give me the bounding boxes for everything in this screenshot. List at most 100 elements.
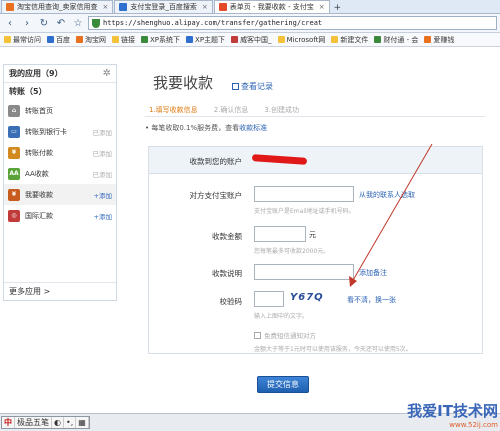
undo-icon[interactable]: ↶: [54, 16, 68, 30]
bookmark-icon: [186, 36, 194, 43]
sidebar-item-status: 已添加: [92, 170, 113, 179]
sms-option[interactable]: 免费短信通知对方: [254, 330, 316, 340]
ime-moon-icon[interactable]: ◐: [52, 417, 64, 428]
more-apps-link[interactable]: 更多应用 >: [4, 282, 116, 300]
sidebar-item-aa-collect[interactable]: AA AA收款 已添加: [4, 163, 116, 184]
bookmark-icon: [374, 36, 382, 43]
sidebar-item-label: 国际汇款: [25, 211, 53, 220]
bookmark-item[interactable]: 最常访问: [4, 35, 41, 45]
captcha-input[interactable]: [254, 291, 284, 307]
bookmark-icon: [424, 36, 432, 43]
bookmarks-bar: 最常访问 百度 淘宝网 链接 XP系统下 XP主题下 威客中国_ Microso…: [0, 33, 500, 47]
annotation-arrow-icon: [349, 143, 433, 287]
browser-tab-3[interactable]: 表单页 - 我要收款 - 支付宝 ×: [213, 0, 330, 13]
step-confirm: 2.确认信息: [213, 106, 249, 114]
page-content: 我的应用（9） ✲ 转账（5） ⌂ 转账首页 ▭ 转账到银行卡 已添加 ¥ 转账…: [0, 47, 500, 413]
forward-arrow-icon[interactable]: ›: [20, 16, 34, 30]
tab-title: 表单页 - 我要收款 - 支付宝: [229, 3, 314, 11]
bookmark-icon: [76, 36, 83, 43]
address-bar[interactable]: https://shenghuo.alipay.com/transfer/gat…: [88, 16, 497, 30]
sidebar-item-transfer-home[interactable]: ⌂ 转账首页: [4, 100, 116, 121]
bookmark-icon: [277, 36, 285, 43]
tab-title: 淘宝信用查询_卖家信用查: [17, 3, 98, 11]
history-link[interactable]: 查看记录: [232, 81, 273, 92]
bookmark-item[interactable]: XP系统下: [141, 35, 180, 45]
watermark-url: www.52ij.com: [449, 421, 498, 429]
refresh-icon[interactable]: ↻: [37, 16, 51, 30]
sidebar-title: 我的应用（9）: [9, 69, 63, 78]
bookmark-item[interactable]: Microsoft网: [277, 35, 325, 45]
bookmark-icon: [47, 36, 54, 43]
address-url: https://shenghuo.alipay.com/transfer/gat…: [103, 19, 323, 27]
browser-tab-1[interactable]: 淘宝信用查询_卖家信用查 ×: [1, 0, 114, 13]
sms-checkbox[interactable]: [254, 331, 261, 339]
bookmark-item[interactable]: 新建文件: [331, 35, 368, 45]
sidebar-section-transfer[interactable]: 转账（5）: [4, 83, 116, 100]
code-hint: 输入上图中的文字。: [254, 313, 309, 320]
ime-lang[interactable]: 中: [2, 417, 15, 428]
browser-tab-2[interactable]: 支付宝登录_百度搜索 ×: [114, 0, 213, 13]
bookmark-item[interactable]: 威客中国_: [231, 35, 272, 45]
ime-keyboard-icon[interactable]: ▦: [76, 417, 89, 428]
bookmark-icon: [4, 36, 11, 43]
watermark-title: 我爱IT技术网: [407, 402, 498, 420]
sidebar-add-link[interactable]: +添加: [94, 211, 112, 221]
note-label: 收款说明: [212, 269, 242, 278]
amount-input[interactable]: [254, 226, 306, 242]
back-arrow-icon[interactable]: ‹: [3, 16, 17, 30]
ime-toolbar[interactable]: 中 极品五笔 ◐ •, ▦: [1, 416, 90, 429]
tab-favicon-icon: [119, 3, 128, 11]
sidebar-item-label: 转账首页: [25, 106, 53, 115]
globe-icon: ◎: [8, 209, 20, 222]
account-label: 收款到您的账户: [189, 157, 243, 166]
progress-steps: 1.填写收款信息 2.确认信息 3.创建成功: [145, 105, 485, 117]
amount-hint: 您每笔最多可收款2000元。: [254, 248, 330, 255]
record-icon: [232, 83, 239, 90]
sidebar-item-collect-money[interactable]: ¥ 我要收款 +添加: [4, 184, 116, 205]
gear-icon[interactable]: ✲: [103, 68, 111, 79]
code-label: 校验码: [219, 297, 243, 306]
sidebar-add-link[interactable]: +添加: [94, 190, 112, 200]
bookmark-item[interactable]: 链接: [112, 35, 135, 45]
bank-card-icon: ▭: [8, 125, 20, 138]
browser-nav-bar: ‹ › ↻ ↶ ☆ https://shenghuo.alipay.com/tr…: [0, 14, 500, 33]
sidebar-item-label: AA收款: [25, 169, 49, 178]
note-input[interactable]: [254, 264, 354, 280]
close-icon[interactable]: ×: [202, 3, 208, 11]
amount-label: 收款金额: [212, 232, 242, 241]
security-shield-icon: [92, 18, 100, 28]
sidebar-item-bank-transfer[interactable]: ▭ 转账到银行卡 已添加: [4, 121, 116, 142]
tab-title: 支付宝登录_百度搜索: [130, 3, 197, 11]
payer-label: 对方支付宝账户: [189, 191, 243, 200]
bookmark-icon: [112, 36, 119, 43]
bookmark-icon: [231, 36, 239, 43]
sidebar-item-label: 转账付款: [25, 148, 53, 157]
ime-name[interactable]: 极品五笔: [15, 417, 52, 428]
bookmark-item[interactable]: 淘宝网: [76, 35, 106, 45]
step-success: 3.创建成功: [264, 106, 300, 114]
bookmark-item[interactable]: XP主题下: [186, 35, 225, 45]
bookmark-item[interactable]: 财付通 - 会: [374, 35, 418, 45]
close-icon[interactable]: ×: [103, 3, 109, 11]
bookmark-item[interactable]: 爱赚钱: [424, 35, 454, 45]
refresh-captcha-link[interactable]: 看不清，换一张: [347, 295, 396, 305]
home-icon: ⌂: [8, 104, 20, 117]
sidebar-item-transfer-pay[interactable]: ¥ 转账付款 已添加: [4, 142, 116, 163]
apps-sidebar: 我的应用（9） ✲ 转账（5） ⌂ 转账首页 ▭ 转账到银行卡 已添加 ¥ 转账…: [3, 64, 117, 301]
sidebar-item-intl-remit[interactable]: ◎ 国际汇款 +添加: [4, 205, 116, 226]
payer-account-input[interactable]: [254, 186, 354, 202]
new-tab-button[interactable]: +: [330, 3, 346, 13]
tab-favicon-icon: [218, 3, 227, 11]
submit-button[interactable]: 提交信息: [257, 376, 309, 393]
page-title: 我要收款: [153, 74, 214, 92]
bookmark-icon: [331, 36, 339, 43]
sidebar-item-status: 已添加: [92, 128, 113, 137]
sidebar-item-status: 已添加: [92, 149, 113, 158]
fee-notice: • 每笔收取0.1%服务费，查看收款标准: [145, 124, 268, 132]
close-icon[interactable]: ×: [319, 3, 325, 11]
browser-tab-bar: 淘宝信用查询_卖家信用查 × 支付宝登录_百度搜索 × 表单页 - 我要收款 -…: [0, 0, 500, 14]
star-icon[interactable]: ☆: [71, 16, 85, 30]
fee-standard-link[interactable]: 收款标准: [239, 124, 267, 132]
ime-punct-icon[interactable]: •,: [64, 417, 77, 428]
bookmark-item[interactable]: 百度: [47, 35, 70, 45]
